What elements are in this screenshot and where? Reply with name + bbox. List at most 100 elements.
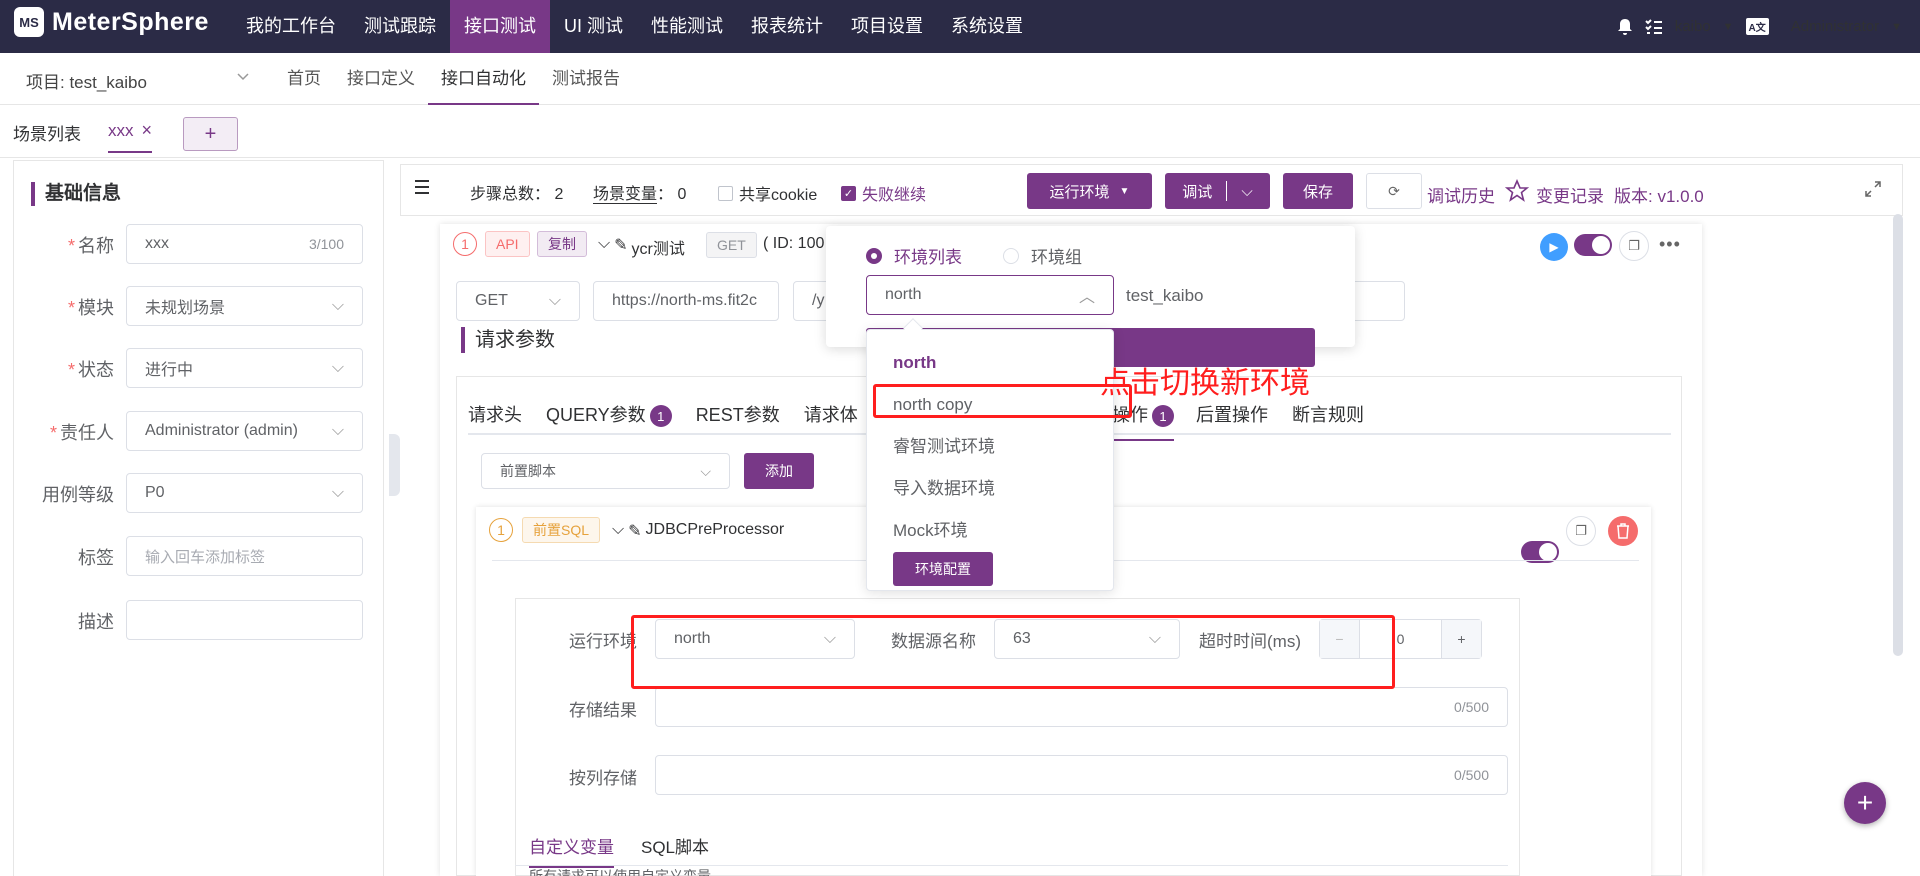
url-input[interactable]: https://north-ms.fit2c [593, 281, 779, 321]
processor-title[interactable]: ⌵ ✎ JDBCPreProcessor [612, 521, 784, 541]
delete-icon[interactable] [1608, 516, 1638, 546]
chevron-down-icon: ⌵ [331, 359, 344, 376]
refresh-button[interactable]: ⟳ [1366, 173, 1422, 209]
subnav-test-report[interactable]: 测试报告 [539, 53, 633, 105]
field-label-owner: * 责任人 [49, 423, 114, 443]
tab-body[interactable]: 请求体 [804, 401, 858, 427]
env-config-button[interactable]: 环境配置 [893, 552, 993, 586]
chevron-down-icon: ⌵ [548, 292, 561, 309]
copy-tag: 复制 [537, 231, 587, 257]
level-select[interactable]: P0 ⌵ [126, 473, 363, 513]
nav-project-settings[interactable]: 项目设置 [837, 0, 937, 53]
step-title[interactable]: ⌵ ✎ ycr测试 [598, 235, 685, 259]
menu-icon[interactable] [414, 180, 430, 194]
store-result-input[interactable]: 0/500 [655, 687, 1508, 727]
subnav-api-automation[interactable]: 接口自动化 [428, 53, 539, 105]
change-log-link[interactable]: 变更记录 [1536, 182, 1604, 207]
caret-down-icon[interactable]: ▼ [1891, 21, 1902, 33]
user-menu[interactable]: Administrator [1791, 18, 1879, 35]
copy-icon[interactable]: ❐ [1619, 231, 1649, 261]
tab-scenario-list[interactable]: 场景列表 [13, 120, 81, 145]
bell-icon[interactable] [1617, 18, 1633, 36]
http-method-select[interactable]: GET ⌵ [456, 281, 580, 321]
nav-api-test[interactable]: 接口测试 [450, 0, 550, 53]
logo[interactable]: MS MeterSphere [14, 7, 209, 37]
language-icon[interactable]: A文 [1745, 18, 1769, 35]
task-list-icon[interactable] [1645, 18, 1663, 35]
star-icon[interactable] [1505, 179, 1529, 203]
subnav-api-definition[interactable]: 接口定义 [334, 53, 428, 105]
tab-post-operation[interactable]: 后置操作 [1196, 401, 1268, 427]
chevron-down-icon[interactable]: ⌵ [598, 235, 610, 259]
env-option-import[interactable]: 导入数据环境 [867, 468, 1113, 510]
tab-sql-script[interactable]: SQL脚本 [641, 833, 709, 858]
radio-checked-icon[interactable] [866, 247, 882, 264]
refresh-icon: ⟳ [1388, 182, 1400, 199]
caret-down-icon[interactable]: ▼ [1723, 21, 1734, 33]
radio-env-group[interactable]: 环境组 [1003, 243, 1082, 268]
debug-button[interactable]: 调试 ⌵ [1165, 173, 1270, 209]
debug-history-link[interactable]: 调试历史 [1427, 182, 1495, 207]
chevron-up-icon: ︿ [1078, 289, 1095, 306]
plus-icon[interactable]: + [1441, 620, 1481, 658]
nav-performance[interactable]: 性能测试 [637, 0, 737, 53]
tab-headers[interactable]: 请求头 [468, 401, 522, 427]
module-select[interactable]: 未规划场景 ⌵ [126, 286, 363, 326]
edit-icon[interactable]: ✎ [614, 235, 627, 259]
tab-current-scenario[interactable]: xxx × [108, 120, 153, 153]
column-store-input[interactable]: 0/500 [655, 755, 1508, 795]
close-icon[interactable]: × [142, 120, 153, 141]
env-option-north[interactable]: north [867, 342, 1113, 384]
nav-system-settings[interactable]: 系统设置 [937, 0, 1037, 53]
env-option-mock[interactable]: Mock环境 [867, 510, 1113, 552]
env-option-ruizhi[interactable]: 睿智测试环境 [867, 426, 1113, 468]
name-input[interactable]: xxx 3/100 [126, 224, 363, 264]
run-env-button[interactable]: 运行环境 ▼ [1027, 173, 1152, 209]
nav-ui-test[interactable]: UI 测试 [550, 0, 637, 53]
copy-icon[interactable]: ❐ [1566, 516, 1596, 546]
step-index: 1 [453, 232, 477, 256]
subnav-home[interactable]: 首页 [274, 53, 334, 105]
description-textarea[interactable] [126, 600, 363, 640]
fullscreen-icon[interactable] [1864, 180, 1882, 198]
radio-env-list[interactable]: 环境列表 [866, 243, 962, 268]
add-button[interactable]: 添加 [744, 453, 814, 489]
add-tab-button[interactable]: + [183, 117, 238, 151]
collapse-handle[interactable] [389, 434, 400, 496]
enable-toggle[interactable] [1574, 234, 1612, 256]
project-selector[interactable]: 项目: test_kaibo [26, 68, 147, 93]
logo-icon: MS [14, 7, 44, 37]
chevron-down-icon[interactable]: ⌵ [612, 521, 624, 541]
owner-select[interactable]: Administrator (admin) ⌵ [126, 411, 363, 451]
workspace-user[interactable]: kaibo [1675, 18, 1711, 35]
version-label[interactable]: 版本: v1.0.0 [1614, 182, 1704, 207]
more-icon[interactable]: ••• [1659, 234, 1681, 255]
nav-report[interactable]: 报表统计 [737, 0, 837, 53]
scenario-variables[interactable]: 场景变量： 0 [593, 180, 686, 204]
edit-icon[interactable]: ✎ [628, 521, 641, 541]
radio-icon[interactable] [1003, 247, 1019, 264]
share-cookie-checkbox[interactable]: 共享cookie [718, 181, 817, 205]
tab-query-params[interactable]: QUERY参数 1 [546, 401, 672, 428]
api-tag: API [485, 231, 530, 257]
sub-nav: 首页 接口定义 接口自动化 测试报告 [274, 53, 633, 105]
fail-continue-checkbox[interactable]: ✓ 失败继续 [841, 181, 926, 205]
chevron-down-icon[interactable] [236, 72, 250, 82]
nav-workbench[interactable]: 我的工作台 [232, 0, 350, 53]
env-label: 运行环境 [569, 632, 637, 651]
chevron-down-icon[interactable]: ⌵ [1241, 183, 1252, 200]
tab-rest-params[interactable]: REST参数 [696, 401, 780, 427]
nav-test-track[interactable]: 测试跟踪 [350, 0, 450, 53]
pre-script-select[interactable]: 前置脚本 ⌵ [481, 453, 730, 489]
checkbox[interactable] [718, 185, 733, 201]
tab-custom-variables[interactable]: 自定义变量 [529, 833, 614, 868]
tags-input[interactable]: 输入回车添加标签 [126, 536, 363, 576]
tab-assertions[interactable]: 断言规则 [1292, 401, 1364, 427]
save-button[interactable]: 保存 [1283, 173, 1353, 209]
play-icon[interactable]: ▶ [1540, 233, 1568, 261]
status-select[interactable]: 进行中 ⌵ [126, 348, 363, 388]
add-step-button[interactable]: + [1844, 782, 1886, 824]
check-icon[interactable]: ✓ [841, 185, 856, 201]
env-list-select[interactable]: north ︿ [866, 275, 1114, 315]
scrollbar[interactable] [1893, 214, 1903, 656]
